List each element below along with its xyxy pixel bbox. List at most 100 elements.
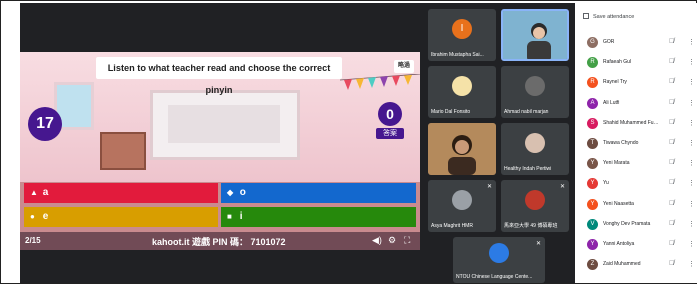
- mic-off-icon[interactable]: 🎙̸: [669, 179, 674, 186]
- participant-name: 馬來亞大學 49 博碩專班: [504, 223, 558, 229]
- more-options-icon[interactable]: ⋮: [688, 78, 695, 86]
- more-options-icon[interactable]: ⋮: [688, 179, 695, 187]
- participant-row[interactable]: V Vonghy Dev Pramata 🎙̸ ⋮: [587, 218, 695, 232]
- mic-off-icon[interactable]: 🎙̸: [669, 159, 674, 166]
- game-pin: kahoot.it 遊戲 PIN 碼： 7101072: [152, 237, 286, 247]
- participant-name: Yanni Antoliya: [603, 241, 635, 247]
- more-options-icon[interactable]: ⋮: [688, 240, 695, 248]
- answer-text: o: [239, 187, 246, 198]
- avatar: [452, 190, 472, 210]
- more-options-icon[interactable]: ⋮: [688, 260, 695, 268]
- avatar: V: [587, 218, 598, 230]
- avatar: [525, 190, 545, 210]
- avatar: [489, 243, 509, 263]
- question-text: Listen to what teacher read and choose t…: [96, 57, 342, 95]
- avatar: [525, 133, 545, 153]
- participant-tile[interactable]: [428, 123, 496, 175]
- participant-tile[interactable]: Asya Maghrit HMR ✕: [428, 180, 496, 232]
- answer-count-label: 答案: [376, 128, 404, 139]
- skip-button[interactable]: 略過: [394, 60, 414, 73]
- more-options-icon[interactable]: ⋮: [688, 99, 695, 107]
- kahoot-bottom-bar: 2/15 kahoot.it 遊戲 PIN 碼： 7101072 ◀) ⚙ ⛶: [20, 232, 420, 250]
- participant-tile[interactable]: Healthy Indah Pertiwi: [501, 123, 569, 175]
- answer-count: 0: [378, 102, 402, 126]
- answer-option-circle[interactable]: ● e: [24, 207, 218, 227]
- mic-off-icon[interactable]: 🎙̸: [669, 139, 674, 146]
- participant-row[interactable]: Y Yu 🎙̸ ⋮: [587, 177, 695, 191]
- more-options-icon[interactable]: ⋮: [688, 220, 695, 228]
- answer-option-diamond[interactable]: ◆ o: [221, 183, 416, 203]
- participant-name: Asya Maghrit HMR: [431, 223, 473, 229]
- mic-off-icon[interactable]: 🎙̸: [669, 38, 674, 45]
- participant-name: Tiwawa Chyndo: [603, 140, 639, 146]
- kahoot-presentation: Listen to what teacher read and choose t…: [20, 52, 420, 250]
- circle-icon: ●: [30, 212, 35, 221]
- square-icon: ■: [227, 212, 232, 221]
- participant-name: Vonghy Dev Pramata: [603, 220, 651, 227]
- answer-text: a: [42, 187, 49, 198]
- save-attendance-toggle[interactable]: Save attendance: [583, 13, 634, 20]
- participant-name: Ahmad nabil marjan: [504, 109, 549, 115]
- participant-tile-active-speaker[interactable]: [501, 9, 569, 61]
- avatar: [525, 76, 545, 96]
- mic-off-icon[interactable]: 🎙̸: [669, 260, 674, 267]
- participant-tile[interactable]: 馬來亞大學 49 博碩專班 ✕: [501, 180, 569, 232]
- more-options-icon[interactable]: ⋮: [688, 139, 695, 147]
- participant-row[interactable]: G GOR 🎙̸ ⋮: [587, 36, 695, 50]
- participant-name: Ali Lutfi: [603, 99, 620, 106]
- more-options-icon[interactable]: ⋮: [688, 159, 695, 167]
- avatar: Y: [587, 158, 598, 170]
- webcam-person-image: [503, 11, 567, 59]
- participant-name: Healthy Indah Pertiwi: [504, 166, 552, 172]
- participant-name: GOR: [603, 39, 615, 45]
- avatar: Y: [587, 239, 598, 250]
- answer-text: e: [42, 211, 49, 222]
- participant-name: Mario Dal Fonsito: [431, 109, 471, 115]
- participant-name: Raynel Try: [603, 79, 627, 86]
- mic-off-icon: ✕: [559, 184, 565, 190]
- participant-tile[interactable]: Mario Dal Fonsito: [428, 66, 496, 118]
- participant-tile[interactable]: I Ibrahim Mustapha Sai...: [428, 9, 496, 61]
- countdown-timer: 17: [28, 107, 62, 141]
- participant-row[interactable]: S Shahid Muhammed Furq... 🎙̸ ⋮: [587, 117, 695, 131]
- more-options-icon[interactable]: ⋮: [688, 119, 695, 127]
- screenshot-frame: Listen to what teacher read and choose t…: [0, 0, 697, 284]
- corkboard: [100, 132, 146, 170]
- answer-option-square[interactable]: ■ i: [221, 207, 416, 227]
- more-options-icon[interactable]: ⋮: [688, 38, 695, 46]
- mic-off-icon[interactable]: 🎙̸: [669, 58, 674, 65]
- mic-off-icon[interactable]: 🎙̸: [669, 200, 674, 207]
- avatar: S: [587, 117, 598, 129]
- save-attendance-label: Save attendance: [593, 14, 635, 20]
- avatar: I: [452, 19, 472, 39]
- mic-off-icon[interactable]: 🎙̸: [669, 220, 674, 227]
- more-options-icon[interactable]: ⋮: [688, 200, 695, 208]
- mic-off-icon[interactable]: 🎙̸: [669, 240, 674, 247]
- participant-tile[interactable]: NTOU Chinese Language Cente... ✕: [453, 237, 545, 283]
- mic-off-icon[interactable]: 🎙̸: [669, 99, 674, 106]
- mic-off-icon[interactable]: 🎙̸: [669, 78, 674, 85]
- mic-off-icon: ✕: [535, 241, 541, 247]
- participant-row[interactable]: Y Yeni Naasetta 🎙̸ ⋮: [587, 198, 695, 212]
- mic-off-icon[interactable]: 🎙̸: [669, 119, 674, 126]
- participant-name: Ibrahim Mustapha Sai...: [431, 52, 484, 58]
- settings-icon[interactable]: ⚙: [388, 235, 396, 246]
- avatar: Y: [587, 198, 598, 210]
- participant-row[interactable]: T Tiwawa Chyndo 🎙̸ ⋮: [587, 137, 695, 151]
- participant-row[interactable]: R Rafaeah Gul 🎙̸ ⋮: [587, 56, 695, 70]
- more-options-icon[interactable]: ⋮: [688, 58, 695, 66]
- fullscreen-icon[interactable]: ⛶: [404, 235, 410, 246]
- participant-row[interactable]: Z Zaid Muhammed 🎙̸ ⋮: [587, 258, 695, 272]
- question-progress: 2/15: [25, 236, 41, 245]
- volume-icon[interactable]: ◀): [372, 235, 382, 246]
- answer-option-triangle[interactable]: ▲ a: [24, 183, 218, 203]
- participant-name: Rafaeah Gul: [603, 59, 632, 66]
- checkbox-icon[interactable]: [583, 13, 589, 19]
- participant-row[interactable]: R Raynel Try 🎙̸ ⋮: [587, 76, 695, 90]
- participant-row[interactable]: A Ali Lutfi 🎙̸ ⋮: [587, 97, 695, 111]
- participant-row[interactable]: Y Yeni Marata 🎙̸ ⋮: [587, 157, 695, 171]
- avatar: Z: [587, 259, 598, 271]
- participant-row[interactable]: Y Yanni Antoliya 🎙̸ ⋮: [587, 238, 695, 252]
- participant-tile[interactable]: Ahmad nabil marjan: [501, 66, 569, 118]
- participant-name: Yeni Marata: [603, 160, 630, 167]
